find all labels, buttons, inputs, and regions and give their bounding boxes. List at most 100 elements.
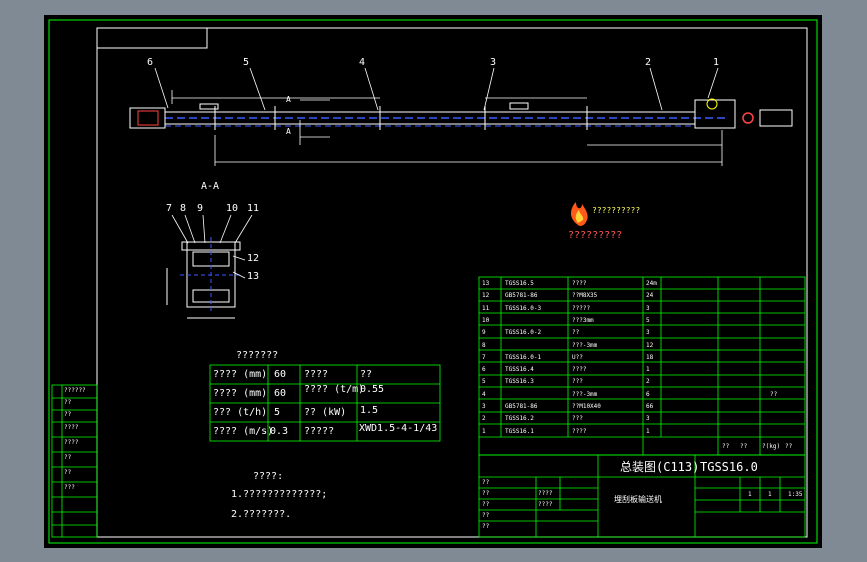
bom-name: ????? bbox=[572, 304, 591, 312]
balloon-8: 8 bbox=[180, 203, 187, 214]
param-label: ???? (mm) bbox=[213, 369, 268, 380]
balloon-3: 3 bbox=[490, 57, 497, 68]
bom-qty: 24m bbox=[646, 280, 657, 287]
balloon-9: 9 bbox=[197, 203, 204, 214]
left-strip-label: ?? bbox=[64, 469, 72, 476]
bom-item-no: 4 bbox=[482, 390, 486, 398]
bom-name: ??M10X40 bbox=[572, 403, 601, 410]
bom-code: GB5781-86 bbox=[505, 292, 538, 300]
bom-name: ???-3mm bbox=[572, 341, 598, 349]
bom-item-no: 2 bbox=[482, 415, 486, 423]
bom-item-no: 13 bbox=[482, 280, 490, 287]
bom-item-no: 1 bbox=[482, 427, 486, 435]
bom-header-bit: ?(kg) bbox=[762, 443, 781, 450]
left-strip-label: ?? bbox=[64, 411, 72, 418]
balloon-12: 12 bbox=[247, 253, 260, 264]
bom-qty: 6 bbox=[646, 390, 650, 398]
bom-name: ???3mm bbox=[572, 316, 594, 324]
sheet-total: 1 bbox=[748, 491, 752, 498]
section-marker-top: A bbox=[286, 95, 291, 104]
bom-item-no: 9 bbox=[482, 329, 486, 337]
bom-code: TGSS16.4 bbox=[505, 366, 534, 374]
bom-header-bit: ?? bbox=[740, 443, 748, 450]
bom-qty: 12 bbox=[646, 341, 654, 349]
title-cell: ?? bbox=[482, 512, 490, 519]
title-cell: ???? bbox=[538, 501, 553, 508]
section-title: A-A bbox=[201, 181, 220, 192]
notes-title: ????: bbox=[253, 471, 284, 482]
bom-name: ???? bbox=[572, 427, 587, 435]
param-label: ???? (t/m) bbox=[304, 384, 365, 395]
bom-qty: 3 bbox=[646, 304, 650, 312]
param-value: 60 bbox=[274, 369, 287, 380]
param-value: 60 bbox=[274, 388, 287, 399]
param-label: ???? (m/s) bbox=[213, 426, 274, 437]
bom-code: TGSS16.0-1 bbox=[505, 353, 542, 361]
bom-header-bit: ?? bbox=[722, 443, 730, 450]
bom-qty: 18 bbox=[646, 353, 654, 361]
bom-code: TGSS16.2 bbox=[505, 415, 534, 423]
bom-item-no: 11 bbox=[482, 304, 490, 312]
param-value: 1.5 bbox=[360, 405, 379, 416]
bom-code: GB5781-86 bbox=[505, 403, 538, 410]
bom-code: TGSS16.1 bbox=[505, 427, 534, 435]
param-value: ?? bbox=[360, 369, 373, 380]
bom-item-no: 6 bbox=[482, 366, 486, 374]
bom-item-no: 7 bbox=[482, 353, 486, 361]
param-value: 5 bbox=[274, 407, 281, 418]
bom-name: ???? bbox=[572, 366, 587, 374]
param-label: ?? (kW) bbox=[304, 407, 347, 418]
left-strip-label: ???? bbox=[64, 424, 79, 431]
left-strip-label: ?????? bbox=[64, 387, 86, 394]
param-label: ???? (mm) bbox=[213, 388, 268, 399]
balloon-7: 7 bbox=[166, 203, 173, 214]
bom-item-no: 3 bbox=[482, 403, 486, 410]
params-title: ??????? bbox=[236, 350, 279, 361]
bom-header-bit: ?? bbox=[785, 443, 793, 450]
bom-name: ?? bbox=[572, 329, 580, 337]
bom-qty: 1 bbox=[646, 427, 650, 435]
logo-text: ?????????? bbox=[592, 206, 641, 215]
bom-name: U?? bbox=[572, 353, 583, 361]
assembly-title: 总装图(C113) bbox=[620, 460, 700, 474]
section-marker-bottom: A bbox=[286, 127, 291, 136]
bom-remark: ?? bbox=[770, 390, 778, 398]
bom-name: ???? bbox=[572, 280, 587, 287]
sheet-number: 1 bbox=[768, 491, 772, 498]
title-cell: ???? bbox=[538, 490, 553, 497]
bom-name: ??? bbox=[572, 415, 583, 423]
cad-drawing-canvas[interactable] bbox=[0, 0, 867, 562]
bom-qty: 66 bbox=[646, 403, 654, 410]
bom-code: TGSS16.5 bbox=[505, 280, 534, 287]
drawing-code: TGSS16.0 bbox=[700, 460, 758, 474]
left-strip-label: ?? bbox=[64, 399, 72, 406]
title-cell: ?? bbox=[482, 479, 490, 486]
bom-qty: 3 bbox=[646, 329, 650, 337]
bom-code: TGSS16.0-3 bbox=[505, 304, 542, 312]
param-label: ???? bbox=[304, 369, 329, 380]
bom-item-no: 5 bbox=[482, 378, 486, 386]
balloon-2: 2 bbox=[645, 57, 652, 68]
title-cell: ?? bbox=[482, 490, 490, 497]
balloon-10: 10 bbox=[226, 203, 239, 214]
balloon-11: 11 bbox=[247, 203, 260, 214]
title-cell: ?? bbox=[482, 501, 490, 508]
note-line-2: 2.???????. bbox=[231, 509, 292, 520]
note-line-1: 1.?????????????; bbox=[231, 489, 328, 500]
bom-item-no: 10 bbox=[482, 316, 490, 324]
balloon-1: 1 bbox=[713, 57, 720, 68]
left-strip-label: ?? bbox=[64, 454, 72, 461]
bom-qty: 1 bbox=[646, 366, 650, 374]
param-label: ??? (t/h) bbox=[213, 407, 268, 418]
bom-qty: 2 bbox=[646, 378, 650, 386]
drawing-scale: 1:35 bbox=[788, 491, 803, 498]
param-label: ????? bbox=[304, 426, 335, 437]
bom-item-no: 8 bbox=[482, 341, 486, 349]
balloon-13: 13 bbox=[247, 271, 260, 282]
bom-code: TGSS16.3 bbox=[505, 378, 534, 386]
balloon-4: 4 bbox=[359, 57, 366, 68]
bom-qty: 5 bbox=[646, 316, 650, 324]
bom-name: ??? bbox=[572, 378, 583, 386]
balloon-5: 5 bbox=[243, 57, 250, 68]
bom-name: ??M8X35 bbox=[572, 292, 598, 300]
